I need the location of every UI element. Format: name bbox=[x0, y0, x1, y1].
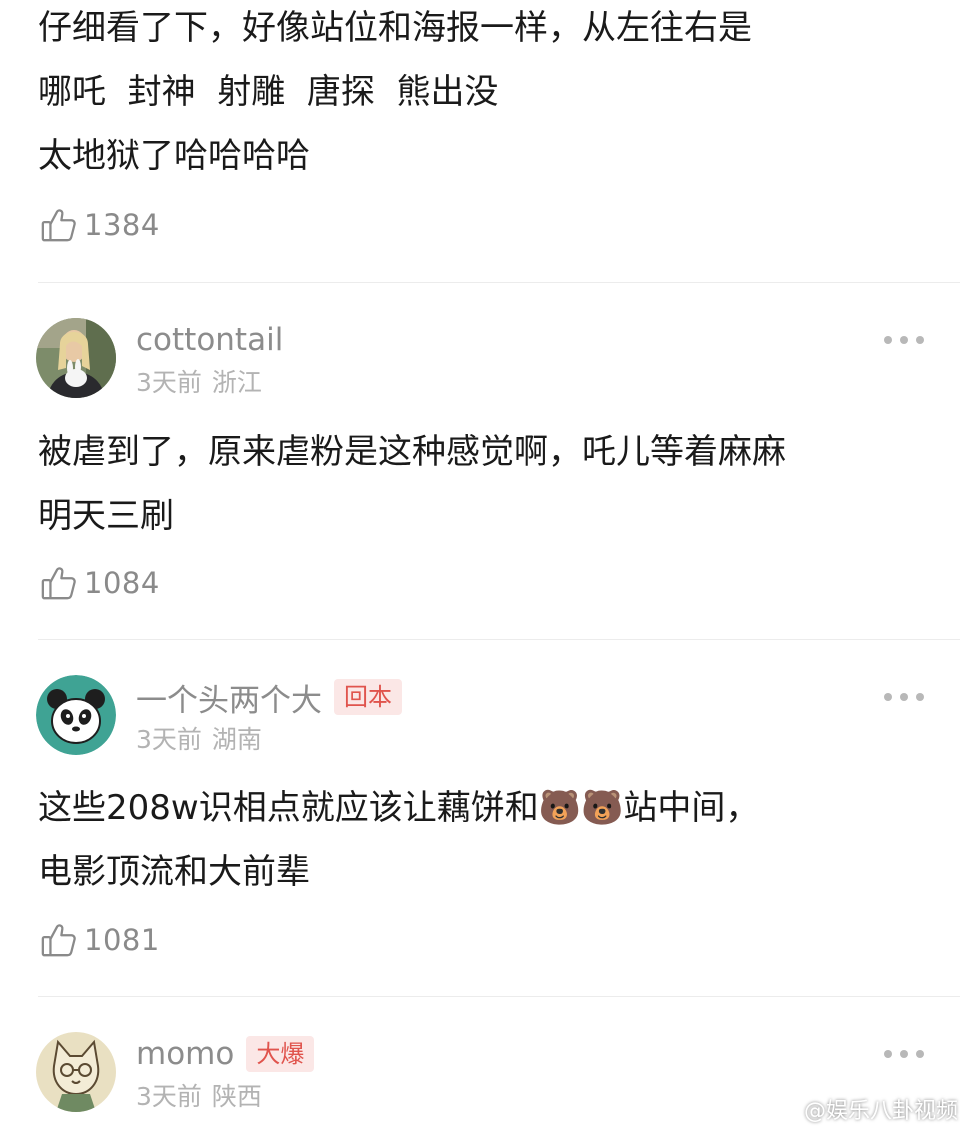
comment-line: 哪吒 封神 射雕 唐探 熊出没 bbox=[38, 72, 499, 112]
comment-text: 被虐到了，原来虐粉是这种感觉啊，吒儿等着麻麻 明天三刷 bbox=[38, 420, 928, 548]
comment-time: 3天前 bbox=[136, 725, 202, 754]
comment-region: 陕西 bbox=[211, 1082, 262, 1111]
comment-time: 3天前 bbox=[136, 368, 202, 397]
comment-line: 明天三刷 bbox=[38, 496, 174, 536]
username-row[interactable]: cottontail bbox=[136, 320, 283, 360]
avatar[interactable] bbox=[36, 1032, 116, 1112]
avatar[interactable] bbox=[36, 318, 116, 398]
divider bbox=[38, 996, 960, 997]
username[interactable]: cottontail bbox=[136, 322, 283, 358]
avatar[interactable] bbox=[36, 675, 116, 755]
like-button[interactable]: 1081 bbox=[40, 920, 160, 960]
username-row[interactable]: 一个头两个大 回本 bbox=[136, 675, 402, 720]
username[interactable]: momo bbox=[136, 1036, 234, 1072]
comment-meta: 3天前 陕西 bbox=[136, 1081, 262, 1113]
comment-line: 电影顶流和大前辈 bbox=[38, 852, 310, 892]
watermark-text: @娱乐八卦视频 bbox=[804, 1099, 959, 1124]
comment-text: 这些208w识相点就应该让藕饼和🐻🐻站中间， 电影顶流和大前辈 bbox=[38, 776, 928, 904]
comment-line: 仔细看了下，好像站位和海报一样，从左往右是 bbox=[38, 8, 752, 48]
comment-1: 仔细看了下，好像站位和海报一样，从左往右是 哪吒 封神 射雕 唐探 熊出没 太地… bbox=[0, 0, 960, 282]
thumbs-up-icon bbox=[40, 206, 78, 244]
comment-region: 湖南 bbox=[211, 725, 262, 754]
like-button[interactable]: 1384 bbox=[40, 205, 160, 245]
like-count: 1384 bbox=[84, 208, 160, 242]
username[interactable]: 一个头两个大 bbox=[136, 675, 322, 720]
username-row[interactable]: momo 大爆 bbox=[136, 1034, 315, 1074]
like-count: 1084 bbox=[84, 566, 160, 600]
thumbs-up-icon bbox=[40, 564, 78, 602]
comment-text: 仔细看了下，好像站位和海报一样，从左往右是 哪吒 封神 射雕 唐探 熊出没 太地… bbox=[38, 0, 928, 188]
user-tag-badge: 大爆 bbox=[246, 1036, 315, 1072]
comment-meta: 3天前 浙江 bbox=[136, 367, 262, 399]
comment-time: 3天前 bbox=[136, 1082, 202, 1111]
weibo-logo-icon bbox=[770, 1096, 804, 1122]
comment-line: 太地狱了哈哈哈哈 bbox=[38, 136, 310, 176]
comment-meta: 3天前 湖南 bbox=[136, 724, 262, 756]
comment-line: 被虐到了，原来虐粉是这种感觉啊，吒儿等着麻麻 bbox=[38, 432, 786, 472]
divider bbox=[38, 639, 960, 640]
like-count: 1081 bbox=[84, 923, 160, 957]
like-button[interactable]: 1084 bbox=[40, 563, 160, 603]
more-dots-icon[interactable] bbox=[884, 687, 924, 707]
more-dots-icon[interactable] bbox=[884, 1044, 924, 1064]
user-tag-badge: 回本 bbox=[334, 679, 402, 715]
watermark: @娱乐八卦视频 bbox=[770, 1092, 958, 1126]
comment-line: 这些208w识相点就应该让藕饼和🐻🐻站中间， bbox=[38, 788, 760, 828]
comment-region: 浙江 bbox=[211, 368, 262, 397]
thumbs-up-icon bbox=[40, 921, 78, 959]
divider bbox=[38, 282, 960, 283]
more-dots-icon[interactable] bbox=[884, 330, 924, 350]
